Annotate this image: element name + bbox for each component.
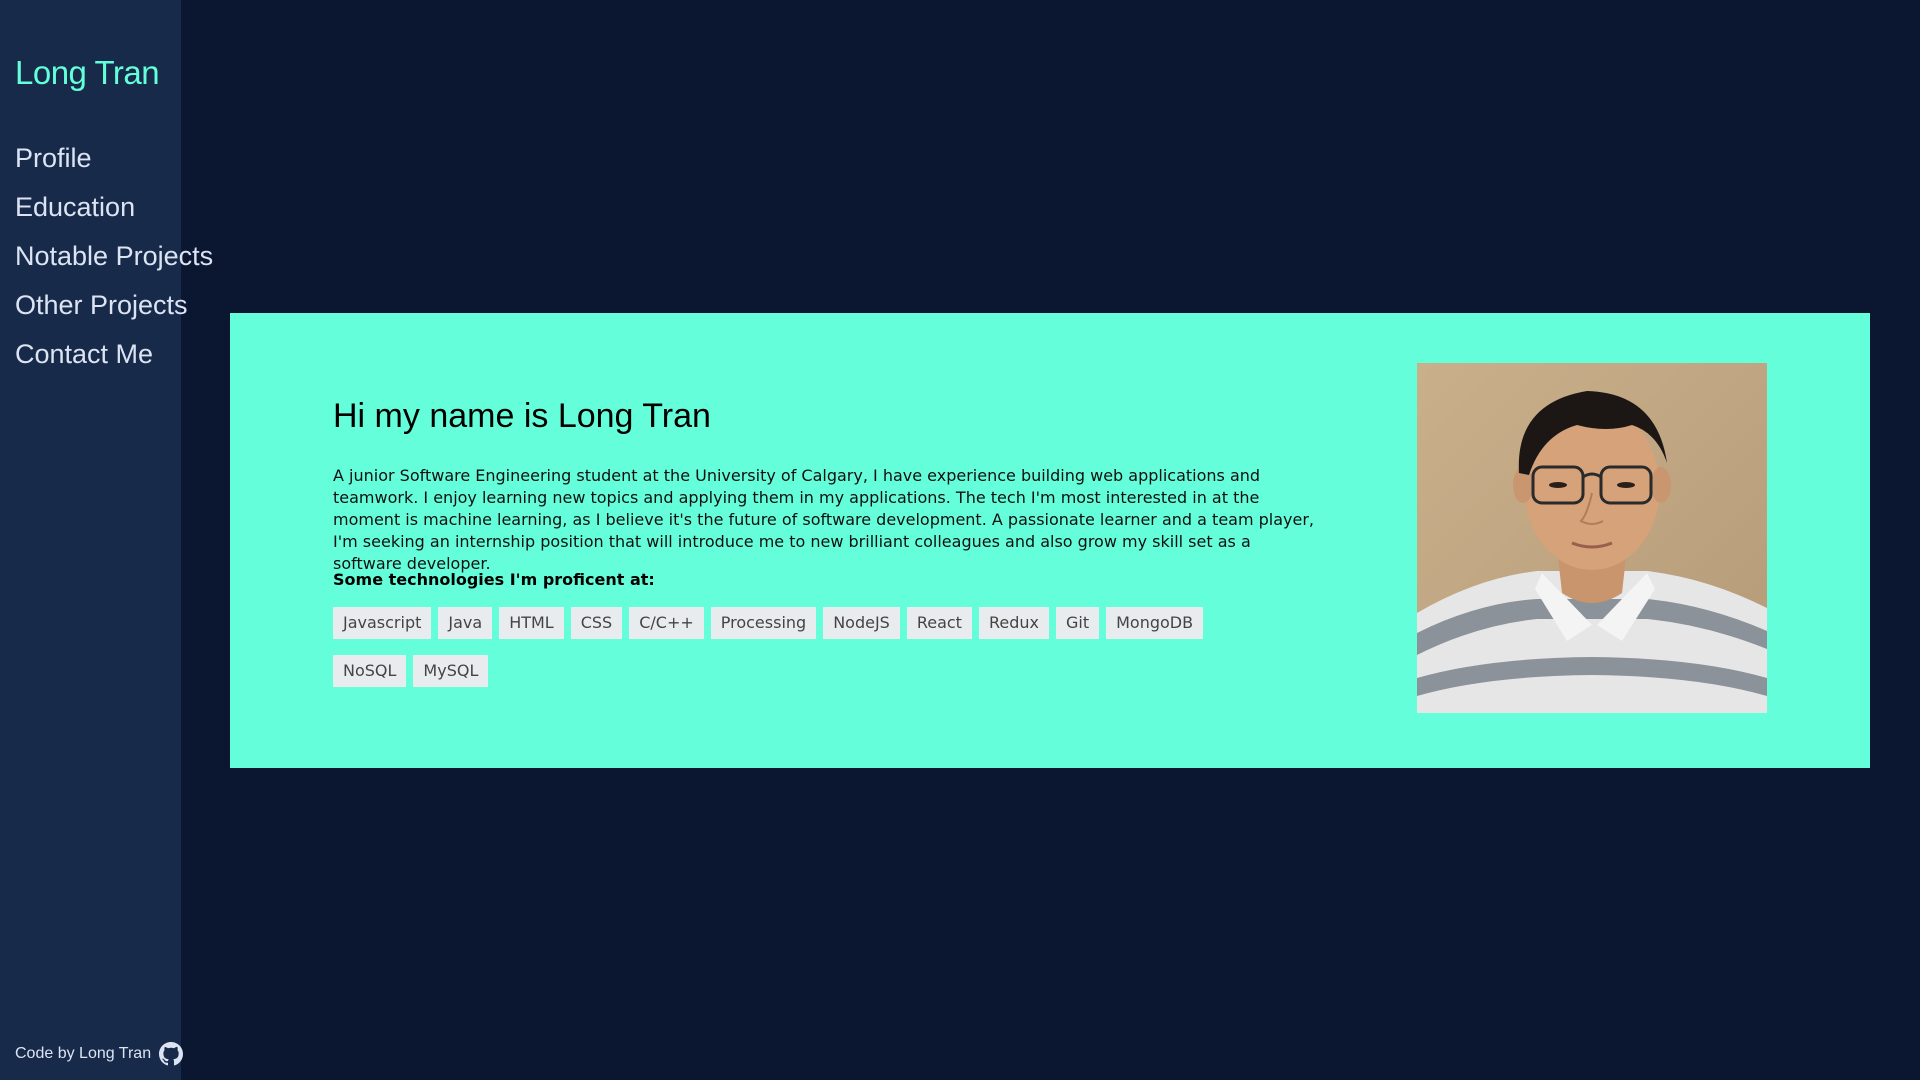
- tech-tag: MongoDB: [1106, 607, 1204, 639]
- tech-tag: Redux: [978, 607, 1049, 639]
- technologies-title: Some technologies I'm proficent at:: [333, 570, 655, 589]
- profile-heading: Hi my name is Long Tran: [333, 397, 711, 435]
- sidebar: Long Tran Profile Education Notable Proj…: [0, 0, 213, 1080]
- nav-item-other-projects[interactable]: Other Projects: [15, 285, 213, 334]
- credit-text: Code by Long Tran: [15, 1045, 152, 1062]
- github-icon[interactable]: [159, 1042, 184, 1066]
- tech-tag: C/C++: [629, 607, 704, 639]
- nav-item-profile[interactable]: Profile: [15, 138, 213, 187]
- profile-card: Hi my name is Long Tran A junior Softwar…: [230, 313, 1870, 768]
- tech-tag: Javascript: [333, 607, 432, 639]
- technology-tags: Javascript Java HTML CSS C/C++ Processin…: [333, 607, 1263, 687]
- tech-tag: NoSQL: [333, 655, 407, 687]
- footer-credit: Code by Long Tran: [15, 1042, 184, 1066]
- tech-tag: HTML: [499, 607, 564, 639]
- profile-photo: [1417, 363, 1767, 713]
- tech-tag: Java: [438, 607, 493, 639]
- tech-tag: React: [906, 607, 972, 639]
- tech-tag: NodeJS: [823, 607, 900, 639]
- tech-tag: Processing: [710, 607, 817, 639]
- tech-tag: CSS: [570, 607, 623, 639]
- site-brand[interactable]: Long Tran: [15, 54, 160, 92]
- nav-item-education[interactable]: Education: [15, 187, 213, 236]
- sidebar-nav: Profile Education Notable Projects Other…: [15, 138, 213, 383]
- tech-tag: MySQL: [413, 655, 489, 687]
- nav-item-notable-projects[interactable]: Notable Projects: [15, 236, 213, 285]
- profile-bio: A junior Software Engineering student at…: [333, 466, 1315, 573]
- tech-tag: Git: [1055, 607, 1100, 639]
- nav-item-contact-me[interactable]: Contact Me: [15, 334, 213, 383]
